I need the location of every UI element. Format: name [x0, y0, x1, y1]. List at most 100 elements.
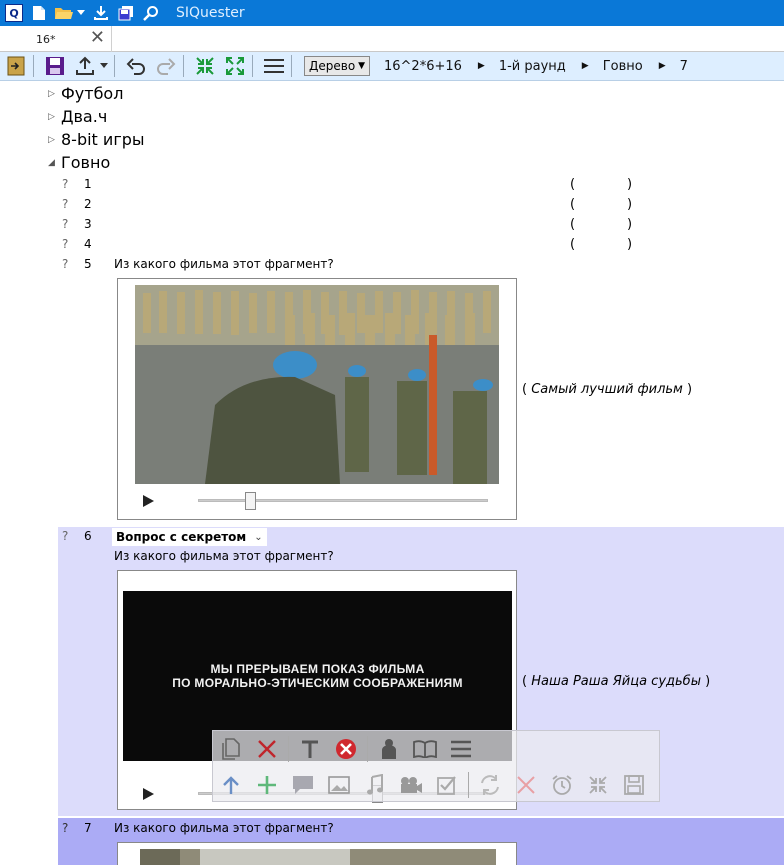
video-caption: МЫ ПРЕРЫВАЕМ ПОКАЗ ФИЛЬМА [210, 662, 425, 676]
theme-item[interactable]: ▷ Два.ч [48, 107, 107, 126]
collapse-triangle-icon[interactable]: ◢ [48, 158, 61, 168]
question-row[interactable]: ? 3 ( ) [58, 214, 784, 234]
theme-item[interactable]: ▷ Футбол [48, 84, 123, 103]
copy-icon[interactable] [213, 733, 249, 765]
seek-slider[interactable] [198, 499, 488, 502]
question-text[interactable]: Из какого фильма этот фрагмент? [114, 549, 334, 563]
question-row[interactable]: ? 2 ( ) [58, 194, 784, 214]
toolbar-separator [291, 55, 292, 77]
answer-value: Наша Раша Яйца судьбы [531, 674, 701, 689]
undo-icon[interactable] [123, 54, 149, 78]
answer-close-paren: ) [627, 236, 633, 252]
question-type-value: Вопрос с секретом [116, 530, 247, 544]
redo-icon[interactable] [153, 54, 179, 78]
floating-toolbar-row [213, 767, 652, 803]
person-icon[interactable] [371, 733, 407, 765]
video-frame-soldiers [135, 285, 499, 484]
view-mode-select[interactable]: Дерево ▼ [304, 56, 370, 76]
theme-name: Футбол [61, 84, 124, 103]
question-icon: ? [62, 821, 69, 835]
add-icon[interactable] [249, 769, 285, 801]
question-text[interactable]: Из какого фильма этот фрагмент? [114, 821, 334, 835]
expand-triangle-icon[interactable]: ▷ [48, 89, 61, 99]
main-toolbar: Дерево ▼ 16^2*6+16 ▶ 1-й раунд ▶ Говно ▶… [0, 52, 784, 81]
save-icon[interactable] [42, 54, 68, 78]
answer-text[interactable]: ( Наша Раша Яйца судьбы ) [522, 674, 710, 689]
answer-close-paren: ) [705, 674, 711, 689]
book-icon[interactable] [407, 733, 443, 765]
delete-icon[interactable] [508, 769, 544, 801]
floating-toolbar-row [213, 731, 479, 767]
question-icon: ? [62, 177, 69, 191]
question-row[interactable]: ? 1 ( ) [58, 174, 784, 194]
checkbox-icon[interactable] [429, 769, 465, 801]
question-price: 1 [84, 177, 92, 191]
play-icon[interactable] [143, 495, 154, 507]
open-folder-icon[interactable] [53, 2, 75, 24]
tab-label: 16* [36, 32, 56, 46]
video-camera-icon[interactable] [393, 769, 429, 801]
breadcrumb-question[interactable]: 7 [680, 59, 688, 74]
chevron-down-icon: ⌄ [254, 531, 263, 543]
seek-slider-thumb[interactable] [244, 492, 256, 510]
export-icon[interactable] [72, 54, 98, 78]
collapse-icon[interactable] [580, 769, 616, 801]
music-icon[interactable] [357, 769, 393, 801]
video-frame-soldiers [140, 849, 496, 865]
close-icon[interactable]: ✕ [90, 29, 105, 47]
text-icon[interactable] [292, 733, 328, 765]
answer-text[interactable]: ( Самый лучший фильм ) [522, 382, 692, 397]
theme-item[interactable]: ◢ Говно [48, 153, 110, 172]
question-row[interactable]: ? 5 Из какого фильма этот фрагмент? [58, 254, 784, 274]
toolbar-separator [288, 736, 289, 762]
export-dropdown-icon[interactable] [98, 54, 110, 78]
save-icon[interactable] [616, 769, 652, 801]
delete-icon[interactable] [249, 733, 285, 765]
question-icon: ? [62, 217, 69, 231]
expand-triangle-icon[interactable]: ▷ [48, 112, 61, 122]
answer-value: Самый лучший фильм [531, 382, 683, 397]
swap-icon[interactable] [472, 769, 508, 801]
expand-all-icon[interactable] [222, 54, 248, 78]
menu-icon[interactable] [443, 733, 479, 765]
import-icon[interactable] [3, 54, 29, 78]
question-row[interactable]: ? 4 ( ) [58, 234, 784, 254]
question-row[interactable]: ? 7 Из какого фильма этот фрагмент? [58, 818, 784, 838]
video-caption: ПО МОРАЛЬНО-ЭТИЧЕСКИМ СООБРАЖЕНИЯМ [172, 676, 463, 690]
question-text-row[interactable]: Из какого фильма этот фрагмент? [114, 546, 784, 566]
menu-icon[interactable] [261, 54, 287, 78]
image-icon[interactable] [321, 769, 357, 801]
floating-edit-toolbar [212, 730, 660, 802]
theme-item[interactable]: ▷ 8-bit игры [48, 130, 145, 149]
answer-close-paren: ) [627, 216, 633, 232]
expand-triangle-icon[interactable]: ▷ [48, 135, 61, 145]
video-player [117, 278, 517, 520]
alarm-clock-icon[interactable] [544, 769, 580, 801]
move-up-icon[interactable] [213, 769, 249, 801]
question-icon: ? [62, 257, 69, 271]
open-dropdown-icon[interactable] [75, 2, 87, 24]
new-file-icon[interactable] [28, 2, 50, 24]
title-bar: Q SIQuester [0, 0, 784, 26]
download-icon[interactable] [90, 2, 112, 24]
breadcrumb-package[interactable]: 16^2*6+16 [384, 59, 462, 74]
tab-bar: 16* ✕ [0, 26, 784, 52]
question-price: 4 [84, 237, 92, 251]
save-all-icon[interactable] [115, 2, 137, 24]
collapse-all-icon[interactable] [192, 54, 218, 78]
comment-icon[interactable] [285, 769, 321, 801]
question-icon: ? [62, 237, 69, 251]
answer-close-paren: ) [687, 382, 693, 397]
question-text[interactable]: Из какого фильма этот фрагмент? [114, 257, 334, 271]
theme-name: Говно [61, 153, 111, 172]
search-icon[interactable] [140, 2, 162, 24]
chevron-down-icon: ▼ [358, 61, 365, 71]
breadcrumb-theme[interactable]: Говно [603, 59, 643, 74]
breadcrumb-round[interactable]: 1-й раунд [499, 59, 566, 74]
question-price: 3 [84, 217, 92, 231]
remove-circle-icon[interactable] [328, 733, 364, 765]
question-type-select[interactable]: Вопрос с секретом ⌄ [112, 528, 267, 546]
question-price: 5 [84, 257, 92, 271]
document-tab[interactable]: 16* ✕ [0, 26, 112, 52]
play-icon[interactable] [143, 788, 154, 800]
